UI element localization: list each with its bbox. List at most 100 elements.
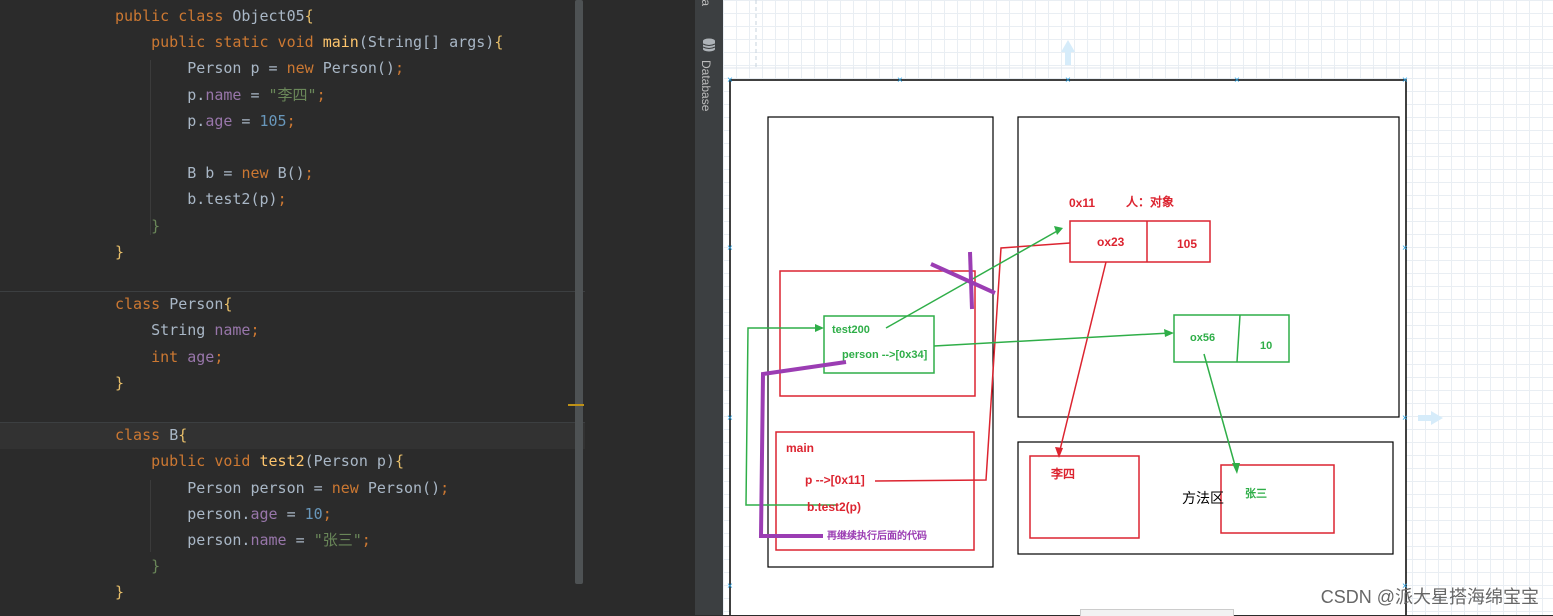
code-line[interactable]: String name; (115, 317, 259, 343)
code-line[interactable]: p.age = 105; (115, 108, 296, 134)
code-token: main (322, 33, 359, 52)
code-token: B() (277, 164, 305, 183)
code-line[interactable]: Person person = new Person(); (115, 475, 449, 501)
method-call-text: b.test2(p) (807, 500, 861, 514)
string-zhangsan-text: 张三 (1245, 486, 1267, 500)
code-token: Person p = (115, 59, 287, 78)
code-token: new (331, 478, 368, 497)
right-tool-strip: ta Database (695, 0, 723, 615)
editor-scrollbar[interactable] (575, 0, 583, 584)
code-token: ; (316, 85, 326, 104)
code-token: (Person p) (304, 452, 395, 471)
code-line[interactable]: class B{ (115, 422, 187, 448)
code-token: 105 (259, 111, 287, 130)
svg-text:×: × (1065, 75, 1071, 86)
code-token: public class (115, 7, 233, 25)
code-token: int (151, 347, 188, 366)
code-token: } (151, 557, 161, 576)
object-address-text: ox23 (1097, 235, 1125, 249)
code-token: b.test2(p) (115, 190, 278, 209)
code-line[interactable]: } (115, 213, 160, 239)
method-separator (0, 422, 585, 423)
code-token: class (115, 295, 170, 314)
svg-text:×: × (727, 581, 733, 592)
code-line[interactable]: } (115, 579, 124, 605)
code-line[interactable]: p.name = "李四"; (115, 82, 326, 108)
code-editor[interactable]: public class Object05{ public static voi… (0, 0, 695, 615)
code-token: ; (361, 531, 371, 549)
code-line[interactable]: public void test2(Person p){ (115, 448, 404, 474)
code-token: class (115, 426, 170, 445)
database-tool-button[interactable]: Database (699, 60, 713, 111)
code-token: (String[] args) (358, 33, 495, 52)
code-token: { (394, 452, 404, 471)
code-token: = (241, 85, 269, 104)
code-token: ; (440, 478, 450, 497)
age-value-text: 10 (1260, 340, 1272, 352)
svg-text:×: × (1402, 413, 1408, 424)
code-token: ; (277, 190, 287, 209)
code-token: age (205, 111, 233, 130)
code-token: person. (115, 504, 251, 523)
code-token: "张三" (313, 531, 362, 549)
watermark: CSDN @派大星搭海绵宝宝 (1320, 587, 1539, 607)
database-icon[interactable] (702, 38, 716, 52)
code-token: name (214, 321, 251, 340)
svg-text:×: × (727, 243, 733, 254)
code-token: public static void (151, 33, 323, 52)
continue-note: 再继续执行后面的代码 (827, 529, 927, 542)
memory-diagram[interactable]: × × × × × × × × × × × 0x11 人：对象 ox23 105 test20… (723, 0, 1553, 615)
code-line[interactable]: } (115, 239, 124, 265)
code-line[interactable]: int age; (115, 344, 223, 370)
scrollbar-warning-marker[interactable] (568, 404, 584, 406)
tool-window-label[interactable]: ta (699, 0, 713, 6)
code-token: Person() (367, 478, 441, 497)
code-line[interactable]: B b = new B(); (115, 160, 314, 186)
code-token: ; (304, 164, 314, 183)
code-token: = (232, 111, 260, 130)
frame-name-text: test200 (832, 324, 870, 336)
main-frame-label: main (786, 441, 814, 455)
code-token: { (178, 426, 188, 445)
p-reference-text: p -->[0x11] (805, 473, 865, 487)
string-lisi-text: 李四 (1050, 466, 1075, 481)
code-token: ; (286, 111, 296, 130)
code-token: B (169, 426, 179, 445)
code-token: Person (169, 295, 224, 314)
code-line[interactable]: person.age = 10; (115, 501, 332, 527)
grid-guides (723, 0, 1553, 70)
caret-line-highlight (0, 423, 585, 449)
code-token: age (250, 504, 278, 523)
code-token: test2 (259, 452, 305, 471)
code-token: 10 (304, 504, 323, 523)
address-label: 0x11 (1069, 196, 1095, 210)
code-line[interactable]: } (115, 553, 160, 579)
code-token: "李四" (268, 85, 317, 104)
code-token: name (205, 85, 242, 104)
svg-text:×: × (1402, 243, 1408, 254)
code-token: } (115, 242, 125, 261)
code-line[interactable]: public static void main(String[] args){ (115, 29, 503, 55)
code-line[interactable]: b.test2(p); (115, 186, 287, 212)
code-token: Object05 (232, 7, 305, 25)
code-token: } (115, 583, 125, 602)
code-token: = (286, 531, 314, 549)
svg-text:×: × (727, 413, 733, 424)
code-token: { (304, 7, 314, 25)
code-token: } (115, 373, 125, 392)
code-line[interactable]: Person p = new Person(); (115, 55, 404, 81)
object-label: 人：对象 (1126, 194, 1174, 209)
code-line[interactable]: class Person{ (115, 291, 232, 317)
code-line[interactable]: public class Object05{ (115, 3, 314, 29)
code-token: name (250, 531, 287, 549)
code-token: Person() (322, 59, 395, 78)
code-token: ; (394, 59, 404, 78)
code-token: age (187, 347, 215, 366)
code-line[interactable]: } (115, 370, 124, 396)
svg-text:×: × (727, 75, 733, 86)
code-token: ; (322, 504, 332, 523)
code-line[interactable]: person.name = "张三"; (115, 527, 371, 553)
code-token: String (115, 321, 215, 340)
